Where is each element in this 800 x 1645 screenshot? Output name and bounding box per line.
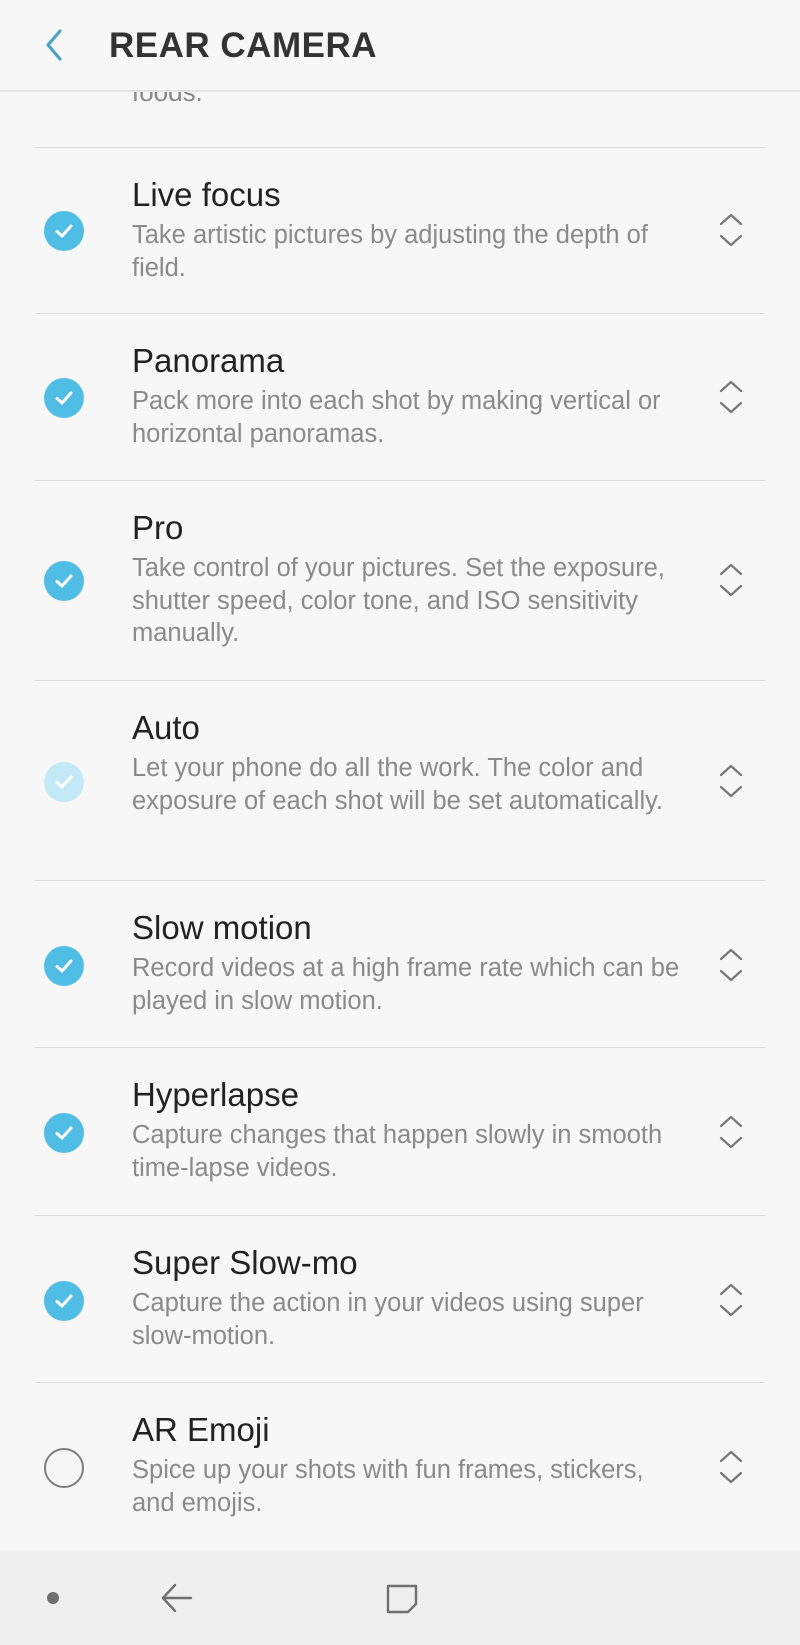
list-item-partial[interactable]: foods. xyxy=(0,92,800,147)
list-item-description: Capture changes that happen slowly in sm… xyxy=(132,1121,663,1182)
list-item-description: Take artistic pictures by adjusting the … xyxy=(132,221,648,282)
nav-dot-icon[interactable] xyxy=(47,1592,59,1604)
list-item-title: Super Slow-mo xyxy=(132,1244,358,1281)
list-item-description: foods. xyxy=(132,92,203,107)
page-title: REAR CAMERA xyxy=(109,26,377,65)
list-item-description: Pack more into each shot by making verti… xyxy=(132,387,661,448)
reorder-handle-icon xyxy=(719,1450,743,1484)
system-nav-bar xyxy=(0,1551,800,1645)
check-icon xyxy=(55,1294,73,1308)
mode-checkbox[interactable] xyxy=(44,378,84,418)
camera-mode-list[interactable]: foods. Live focus Take artistic pictures… xyxy=(0,92,800,1550)
mode-checkbox[interactable] xyxy=(44,1113,84,1153)
mode-checkbox[interactable] xyxy=(44,946,84,986)
check-icon xyxy=(55,224,73,238)
list-item-title: Panorama xyxy=(132,342,285,379)
mode-checkbox[interactable] xyxy=(44,1448,84,1488)
reorder-handle[interactable] xyxy=(716,377,746,417)
mode-checkbox xyxy=(44,762,84,802)
reorder-handle-icon xyxy=(719,1115,743,1149)
reorder-handle-icon xyxy=(719,213,743,247)
reorder-handle[interactable] xyxy=(716,1447,746,1487)
check-icon xyxy=(55,959,73,973)
list-item-super-slow-mo[interactable]: Super Slow-mo Capture the action in your… xyxy=(0,1215,800,1382)
list-item-hyperlapse[interactable]: Hyperlapse Capture changes that happen s… xyxy=(0,1047,800,1215)
reorder-handle[interactable] xyxy=(716,945,746,985)
app-bar: REAR CAMERA xyxy=(0,0,800,92)
reorder-handle[interactable] xyxy=(716,560,746,600)
check-icon xyxy=(55,391,73,405)
list-item-panorama[interactable]: Panorama Pack more into each shot by mak… xyxy=(0,313,800,480)
list-item-description: Record videos at a high frame rate which… xyxy=(132,954,680,1015)
mode-checkbox[interactable] xyxy=(44,1281,84,1321)
nav-recents-icon xyxy=(386,1584,418,1614)
list-item-auto[interactable]: Auto Let your phone do all the work. The… xyxy=(0,680,800,880)
list-item-title: AR Emoji xyxy=(132,1411,270,1448)
list-item-description: Capture the action in your videos using … xyxy=(132,1289,644,1350)
list-item-description: Let your phone do all the work. The colo… xyxy=(132,754,664,815)
list-item-live-focus[interactable]: Live focus Take artistic pictures by adj… xyxy=(0,147,800,313)
list-item-title: Slow motion xyxy=(132,909,312,946)
reorder-handle-icon xyxy=(719,764,743,798)
reorder-handle[interactable] xyxy=(716,210,746,250)
list-item-ar-emoji[interactable]: AR Emoji Spice up your shots with fun fr… xyxy=(0,1382,800,1550)
reorder-handle-icon xyxy=(719,563,743,597)
list-item-title: Hyperlapse xyxy=(132,1076,299,1113)
reorder-handle-icon xyxy=(719,380,743,414)
reorder-handle[interactable] xyxy=(716,761,746,801)
check-icon xyxy=(55,775,73,789)
reorder-handle[interactable] xyxy=(716,1112,746,1152)
list-item-slow-motion[interactable]: Slow motion Record videos at a high fram… xyxy=(0,880,800,1047)
list-item-title: Pro xyxy=(132,509,184,546)
chevron-left-icon xyxy=(46,29,62,61)
list-item-description: Take control of your pictures. Set the e… xyxy=(132,554,665,647)
check-icon xyxy=(55,1126,73,1140)
list-item-pro[interactable]: Pro Take control of your pictures. Set t… xyxy=(0,480,800,680)
nav-back-button[interactable] xyxy=(157,1578,197,1618)
reorder-handle-icon xyxy=(719,1283,743,1317)
back-button[interactable] xyxy=(30,20,80,70)
mode-checkbox[interactable] xyxy=(44,211,84,251)
reorder-handle[interactable] xyxy=(716,1280,746,1320)
mode-checkbox[interactable] xyxy=(44,561,84,601)
check-icon xyxy=(55,574,73,588)
nav-recents-button[interactable] xyxy=(382,1578,422,1618)
reorder-handle-icon xyxy=(719,948,743,982)
nav-back-icon xyxy=(161,1583,193,1613)
list-item-title: Auto xyxy=(132,709,200,746)
list-item-title: Live focus xyxy=(132,176,281,213)
list-item-description: Spice up your shots with fun frames, sti… xyxy=(132,1456,644,1517)
